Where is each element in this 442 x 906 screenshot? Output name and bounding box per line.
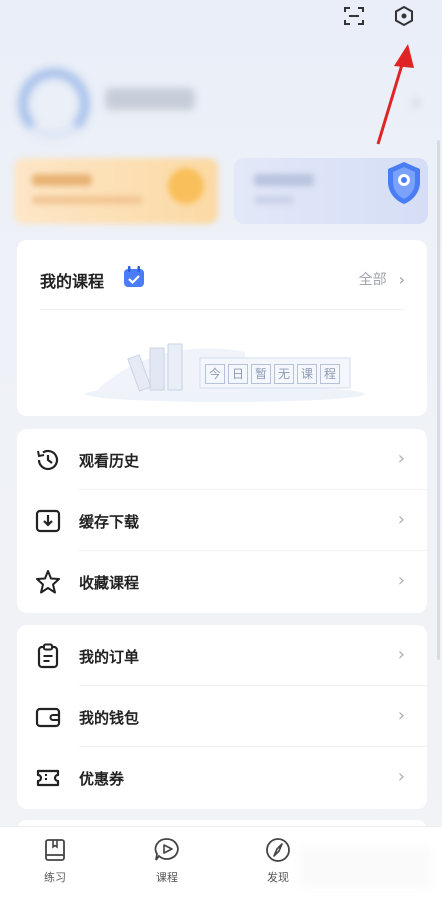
tab-course[interactable]: 课程 [137, 837, 197, 885]
tab-label: 发现 [267, 871, 289, 884]
star-icon [36, 570, 60, 594]
all-courses-label: 全部 [358, 272, 387, 288]
empty-char: 课 [297, 364, 317, 384]
tab-practice[interactable]: 练习 [25, 837, 85, 885]
empty-char: 程 [320, 364, 340, 384]
top-bar [0, 0, 442, 40]
menu-item-my-wallet[interactable]: 我的钱包 › [17, 686, 427, 747]
tab-label: 课程 [156, 871, 178, 884]
chevron-right-icon: › [397, 644, 405, 665]
chevron-right-icon: › [397, 448, 405, 469]
coin-icon [168, 168, 204, 204]
shield-badge-icon [388, 162, 420, 204]
menu-label: 缓存下载 [79, 513, 140, 531]
history-clock-icon [37, 449, 59, 471]
tab-label: 练习 [44, 871, 66, 884]
chevron-right-icon: › [397, 570, 405, 591]
menu-label: 收藏课程 [79, 574, 140, 592]
play-bubble-icon [154, 838, 179, 861]
avatar [18, 68, 90, 140]
empty-char: 无 [274, 364, 294, 384]
calendar-check-icon [124, 266, 144, 287]
chevron-right-icon: › [397, 766, 405, 787]
menu-group-learning: 观看历史 › 缓存下载 › 收藏课程 › [17, 429, 427, 613]
scan-icon[interactable] [343, 6, 365, 26]
empty-char: 今 [205, 364, 225, 384]
book-icon [45, 839, 65, 861]
menu-label: 我的钱包 [79, 709, 140, 727]
menu-item-cache-download[interactable]: 缓存下载 › [17, 490, 427, 551]
menu-label: 观看历史 [79, 452, 140, 470]
my-courses-card: 我的课程 全部 › 今 日 暂 无 课 程 [17, 240, 427, 416]
chevron-right-icon: › [412, 90, 420, 114]
menu-item-favorite-courses[interactable]: 收藏课程 › [17, 551, 427, 612]
profile-header[interactable]: › [0, 60, 442, 150]
empty-courses-text: 今 日 暂 无 课 程 [205, 364, 340, 384]
download-icon [35, 509, 61, 533]
settings-hexagon-icon[interactable] [393, 5, 415, 27]
wallet-icon [35, 707, 61, 728]
nickname-blurred [105, 88, 195, 110]
menu-label: 我的订单 [79, 648, 140, 666]
menu-group-account: 我的订单 › 我的钱包 › 优惠券 › [17, 625, 427, 809]
certificate-card[interactable] [234, 158, 428, 224]
bottom-tab-bar: 练习 课程 发现 [0, 826, 442, 906]
tab-blurred [300, 847, 430, 887]
promo-cards [14, 158, 428, 230]
coupon-icon [36, 769, 60, 787]
chevron-right-icon: › [397, 705, 405, 726]
empty-char: 日 [228, 364, 248, 384]
chevron-right-icon: › [397, 509, 405, 530]
empty-char: 暂 [251, 364, 271, 384]
menu-item-coupons[interactable]: 优惠券 › [17, 747, 427, 808]
tab-discover[interactable]: 发现 [248, 837, 308, 885]
menu-item-my-orders[interactable]: 我的订单 › [17, 625, 427, 686]
clipboard-icon [37, 643, 59, 669]
menu-item-watch-history[interactable]: 观看历史 › [17, 429, 427, 490]
compass-icon [266, 838, 290, 862]
all-courses-link[interactable]: 全部 › [359, 269, 405, 289]
scrollbar[interactable] [437, 140, 440, 660]
chevron-right-icon: › [398, 269, 405, 289]
divider [40, 309, 404, 310]
menu-label: 优惠券 [79, 770, 125, 788]
vip-card[interactable] [14, 158, 218, 224]
my-courses-title: 我的课程 [40, 272, 105, 291]
